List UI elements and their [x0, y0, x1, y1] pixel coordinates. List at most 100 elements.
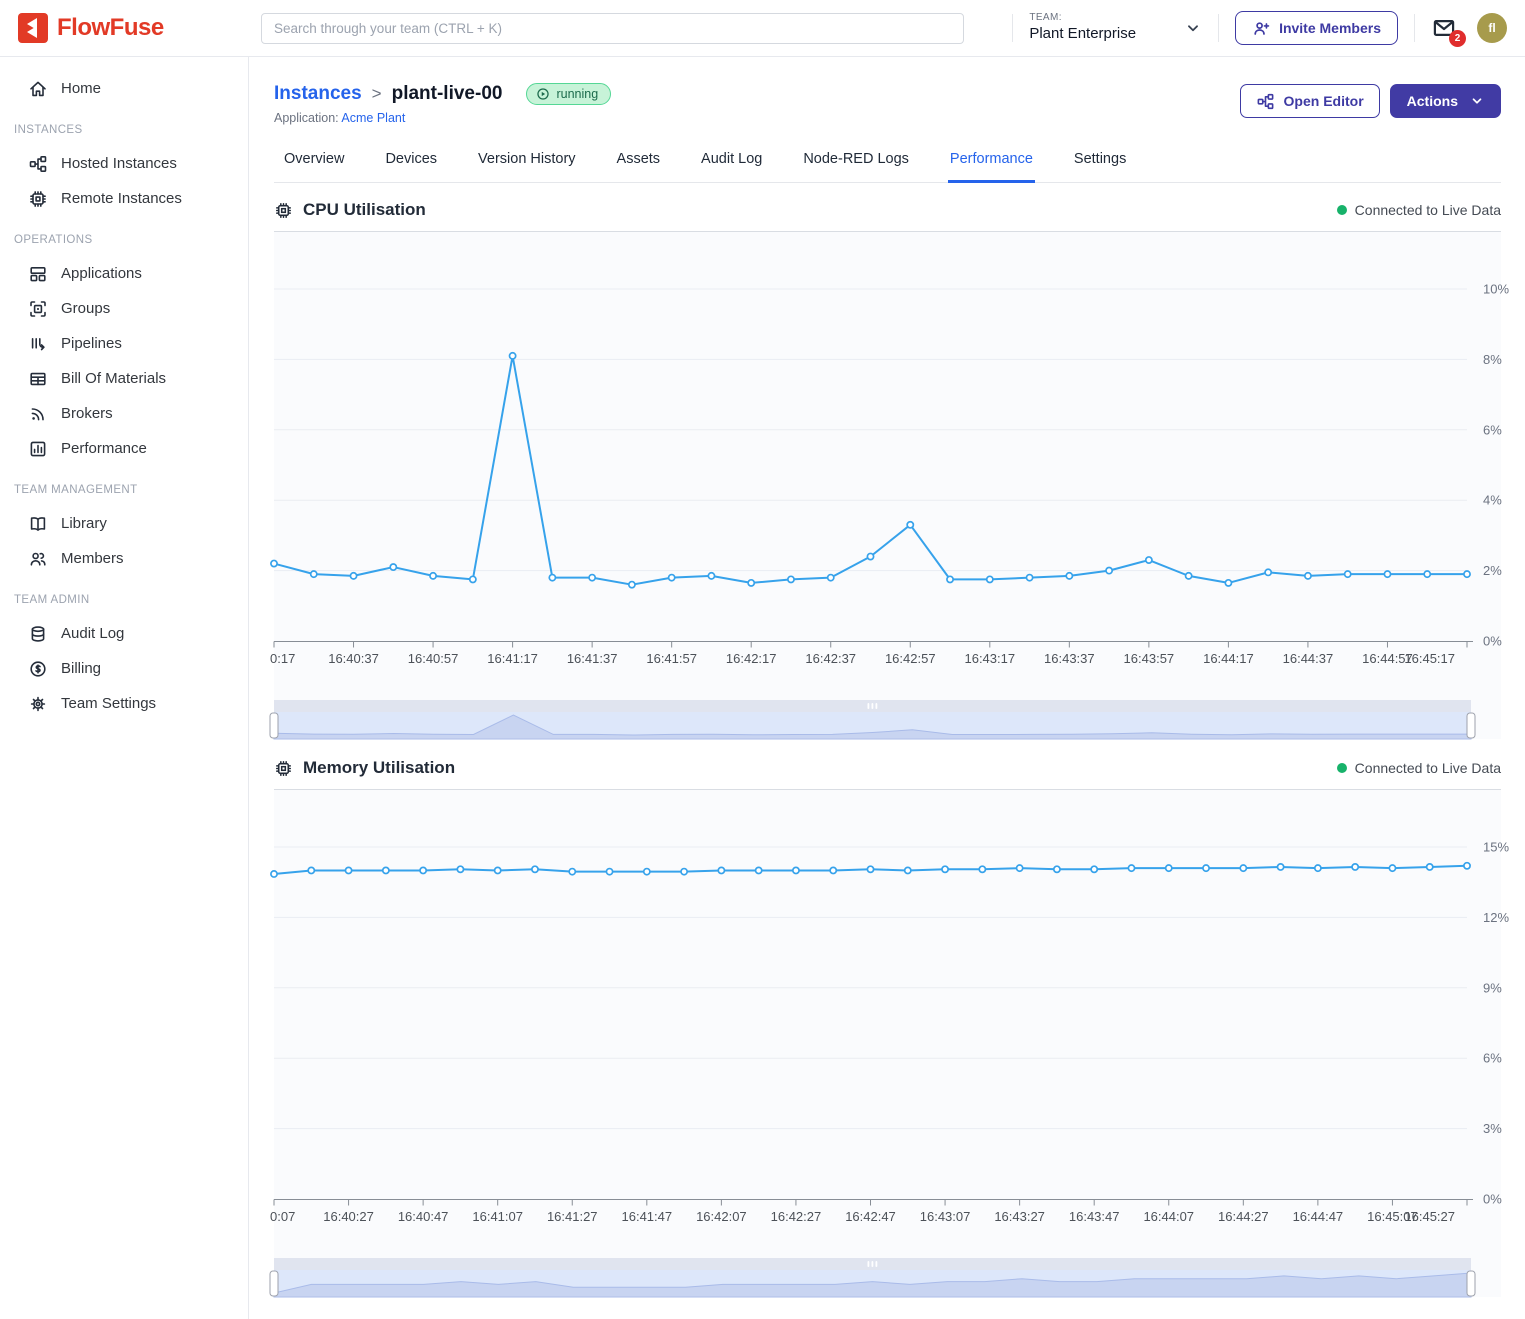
play-circle-icon — [536, 87, 550, 101]
data-point — [1427, 864, 1433, 870]
invite-members-button[interactable]: Invite Members — [1235, 11, 1398, 45]
sidebar-item-groups[interactable]: Groups — [0, 291, 248, 326]
flowfuse-logo-text: FlowFuse — [57, 14, 164, 42]
x-axis-tick-label: 16:43:47 — [1069, 1209, 1120, 1224]
range-slider-left-handle[interactable] — [270, 1271, 278, 1296]
y-axis-tick-label: 8% — [1483, 352, 1502, 367]
library-icon — [28, 514, 48, 534]
data-point — [470, 576, 476, 582]
cpu-chart[interactable]: 0%2%4%6%8%10%0:1716:40:3716:40:5716:41:1… — [274, 232, 1525, 680]
x-axis-tick-label: 16:42:37 — [805, 651, 856, 666]
tab-node-red-logs[interactable]: Node-RED Logs — [801, 145, 911, 183]
sidebar-item-team-settings[interactable]: Team Settings — [0, 686, 248, 721]
sidebar-item-label: Hosted Instances — [61, 155, 177, 172]
data-point — [907, 522, 913, 528]
range-slider-right-handle[interactable] — [1467, 1271, 1475, 1296]
data-point — [345, 867, 351, 873]
data-point — [1389, 865, 1395, 871]
breadcrumb-instances-link[interactable]: Instances — [274, 83, 362, 105]
x-axis-tick-label: 16:41:47 — [622, 1209, 673, 1224]
tab-settings[interactable]: Settings — [1072, 145, 1128, 183]
data-point — [1128, 865, 1134, 871]
sidebar-item-label: Home — [61, 80, 101, 97]
sidebar-section-title: INSTANCES — [0, 106, 248, 146]
range-slider-grip[interactable] — [872, 703, 874, 709]
data-point — [457, 866, 463, 872]
open-editor-button[interactable]: Open Editor — [1240, 84, 1380, 118]
x-axis-tick-label: 16:42:07 — [696, 1209, 747, 1224]
range-slider-left-handle[interactable] — [270, 713, 278, 738]
x-axis-tick-label: 16:41:27 — [547, 1209, 598, 1224]
team-selector[interactable]: TEAM: Plant Enterprise — [1029, 12, 1202, 43]
actions-button[interactable]: Actions — [1390, 84, 1501, 118]
sidebar-item-members[interactable]: Members — [0, 541, 248, 576]
members-icon — [28, 549, 48, 569]
data-point — [1352, 864, 1358, 870]
sidebar-item-bill-of-materials[interactable]: Bill Of Materials — [0, 361, 248, 396]
range-slider-grip[interactable] — [868, 1261, 870, 1267]
sidebar-item-audit-log[interactable]: Audit Log — [0, 616, 248, 651]
notifications-button[interactable]: 2 — [1431, 15, 1457, 41]
sidebar-item-pipelines[interactable]: Pipelines — [0, 326, 248, 361]
node-red-editor-icon — [1256, 92, 1275, 111]
tab-devices[interactable]: Devices — [383, 145, 439, 183]
data-point — [905, 867, 911, 873]
range-slider-grip[interactable] — [872, 1261, 874, 1267]
sidebar-item-hosted-instances[interactable]: Hosted Instances — [0, 146, 248, 181]
memory-chart[interactable]: 0%3%6%9%12%15%0:0716:40:2716:40:4716:41:… — [274, 790, 1525, 1238]
cpu-chart-range-slider[interactable] — [274, 700, 1471, 739]
data-point — [644, 869, 650, 875]
notification-count-badge: 2 — [1449, 30, 1466, 47]
divider — [1218, 14, 1219, 42]
data-point — [942, 866, 948, 872]
sidebar-item-label: Brokers — [61, 405, 113, 422]
data-point — [1017, 865, 1023, 871]
data-point — [793, 867, 799, 873]
data-point — [420, 867, 426, 873]
sidebar-item-label: Billing — [61, 660, 101, 677]
sidebar-item-label: Applications — [61, 265, 142, 282]
cpu-chip-icon — [274, 201, 293, 220]
x-axis-tick-label: 16:42:27 — [771, 1209, 822, 1224]
range-slider-grip[interactable] — [876, 703, 878, 709]
sidebar-item-library[interactable]: Library — [0, 506, 248, 541]
cpu-chart-title: CPU Utilisation — [303, 200, 426, 220]
avatar[interactable]: fl — [1477, 13, 1507, 43]
search-input[interactable] — [261, 13, 964, 44]
data-point — [510, 353, 516, 359]
x-axis-tick-label: 16:43:27 — [994, 1209, 1045, 1224]
y-axis-tick-label: 3% — [1483, 1121, 1502, 1136]
memory-chart-range-slider[interactable] — [274, 1258, 1471, 1297]
divider — [1012, 14, 1013, 42]
tab-assets[interactable]: Assets — [615, 145, 663, 183]
x-axis-tick-label: 16:43:57 — [1124, 651, 1175, 666]
range-slider-grip[interactable] — [876, 1261, 878, 1267]
data-point — [589, 575, 595, 581]
sidebar-item-billing[interactable]: Billing — [0, 651, 248, 686]
team-name: Plant Enterprise — [1029, 25, 1136, 44]
y-axis-tick-label: 15% — [1483, 840, 1509, 855]
sidebar-item-performance[interactable]: Performance — [0, 431, 248, 466]
range-slider-right-handle[interactable] — [1467, 713, 1475, 738]
range-slider-grip[interactable] — [868, 703, 870, 709]
application-link[interactable]: Acme Plant — [341, 111, 405, 125]
sidebar-item-remote-instances[interactable]: Remote Instances — [0, 181, 248, 216]
data-point — [718, 867, 724, 873]
y-axis-tick-label: 4% — [1483, 493, 1502, 508]
y-axis-tick-label: 2% — [1483, 563, 1502, 578]
tab-audit-log[interactable]: Audit Log — [699, 145, 764, 183]
performance-icon — [28, 439, 48, 459]
flowfuse-logo[interactable]: FlowFuse — [0, 13, 249, 43]
data-point — [1265, 569, 1271, 575]
pipelines-icon — [28, 334, 48, 354]
tab-performance[interactable]: Performance — [948, 145, 1035, 183]
sidebar-item-applications[interactable]: Applications — [0, 256, 248, 291]
x-axis-tick-label: 16:41:57 — [646, 651, 697, 666]
sidebar-item-home[interactable]: Home — [0, 71, 248, 106]
sidebar-item-brokers[interactable]: Brokers — [0, 396, 248, 431]
tab-version-history[interactable]: Version History — [476, 145, 578, 183]
top-bar: FlowFuse TEAM: Plant Enterprise Invite M… — [0, 0, 1525, 57]
data-point — [708, 573, 714, 579]
x-axis-tick-label: 16:41:07 — [472, 1209, 523, 1224]
tab-overview[interactable]: Overview — [282, 145, 346, 183]
